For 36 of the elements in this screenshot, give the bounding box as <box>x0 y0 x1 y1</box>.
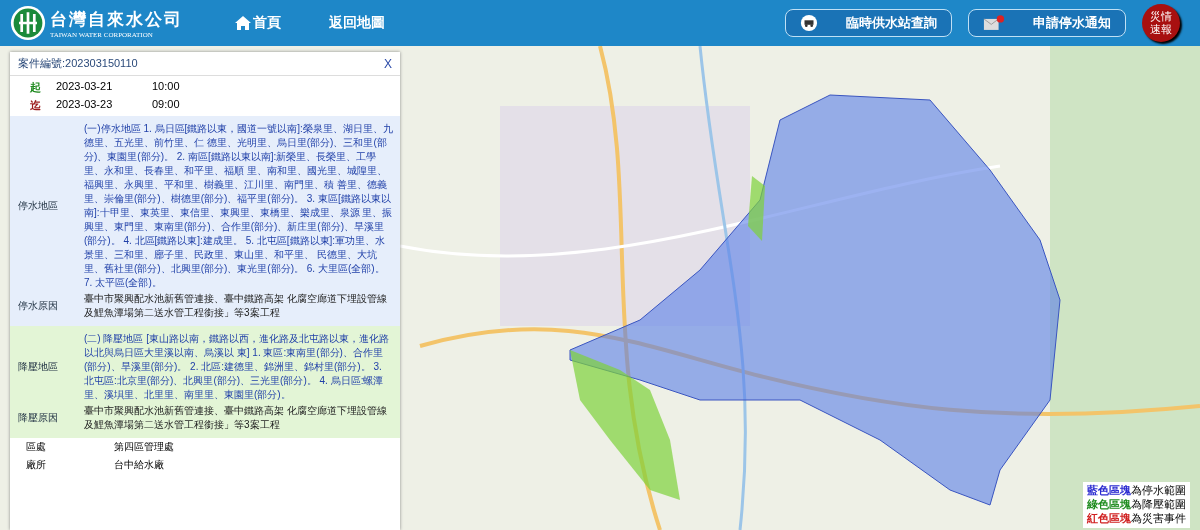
field-value: (一)停水地區 1. 烏日區[鐵路以東，國道一號以南]:榮泉里、湖日里、九德里、五光里、前竹里、仁 德里、光明里、烏日里(部分)、三和里(部分)、東園里(部分)。 2. 南區[鐵路以東以南]:新榮里、長榮里、工學里、永和里、長春里、和平里、福順 里、南和里、國光里、城隍里、福興里、永興里、平和里、樹義里、江川里、南門里、積 善里、德義里、崇倫里(部分)、樹德里(部分)、福平里(部分)。 3. 東區[鐵路以東以南]:十甲里、東英里、東信里、東興里、東橋里、樂成里、泉源 里、振興里、東門里、東南里(部分)、合作里(部分)、新庄里(部分)、旱溪里(部分)。 4. 北區[鐵路以東]:建成里。 5. 北屯區[鐵路以東]:軍功里、水景里、三和里、廍子里、民政里、東山里、和平里、 民德里、大坑里、舊社里(部分)、北興里(部分)、東光里(部分)。 6. 大里區(全部)。 7. 太平區(全部)。 <box>84 122 394 290</box>
legend-text: 為災害事件 <box>1131 512 1186 526</box>
logo-icon <box>10 5 46 41</box>
logo-title: 台灣自來水公司 <box>50 7 183 31</box>
legend-swatch-text: 綠色區塊 <box>1087 498 1131 512</box>
field-value: 第四區管理處 <box>114 440 174 454</box>
mail-icon <box>983 14 1005 32</box>
field-label: 降壓地區 <box>17 360 59 374</box>
time-label: 起 <box>30 80 40 95</box>
field-value: 臺中市聚興配水池新舊管連接、臺中鐵路高架 化腐空廊道下埋設管線及鯉魚潭場第二送水管工程銜接」等3案工程 <box>84 404 388 432</box>
home-icon <box>235 16 251 30</box>
date-text: 2023-03-23 <box>56 98 114 112</box>
nav-link[interactable]: 首頁 <box>235 14 281 32</box>
close-button[interactable]: X <box>384 56 392 71</box>
time-label: 迄 <box>30 98 40 113</box>
date-text: 2023-03-21 <box>56 80 114 94</box>
time-text: 09:00 <box>152 98 180 112</box>
field-label: 停水原因 <box>17 299 59 313</box>
field-label: 區處 <box>26 440 47 454</box>
truck-icon <box>800 14 818 32</box>
legend-text: 為降壓範圍 <box>1131 498 1186 512</box>
header-button[interactable]: 臨時供水站查詢 <box>785 9 952 37</box>
case-number: 案件編號:202303150110 <box>18 56 138 71</box>
field-label: 停水地區 <box>17 199 59 213</box>
header-button[interactable]: 申請停水通知 <box>968 9 1126 37</box>
field-value: 臺中市聚興配水池新舊管連接、臺中鐵路高架 化腐空廊道下埋設管線及鯉魚潭場第二送水管工程銜接」等3案工程 <box>84 292 388 320</box>
field-label: 廠所 <box>26 458 47 472</box>
time-text: 10:00 <box>152 80 180 94</box>
field-value: (二) 降壓地區 [東山路以南，鐵路以西，進化路及北屯路以東，進化路以北與烏日區大里溪以南、烏溪以 東] 1. 東區:東南里(部分)、合作里(部分)、旱溪里(部分)。 2. 北區:建德里、錦洲里、錦村里(部分)。 3. 北屯區:北京里(部分)、北興里(部分)、三光里(部分)。 4. 烏日區:螺潭里、溪埧里、北里里、南里里、東園里(部分)。 <box>84 332 390 402</box>
legend-swatch-text: 紅色區塊 <box>1087 512 1131 526</box>
field-label: 降壓原因 <box>17 411 59 425</box>
field-value: 台中給水廠 <box>114 458 164 472</box>
disaster-report-button[interactable]: 災情 速報 <box>1142 4 1180 42</box>
legend-swatch-text: 藍色區塊 <box>1087 484 1131 498</box>
nav-link[interactable]: 返回地圖 <box>329 14 385 32</box>
legend-text: 為停水範圍 <box>1131 484 1186 498</box>
